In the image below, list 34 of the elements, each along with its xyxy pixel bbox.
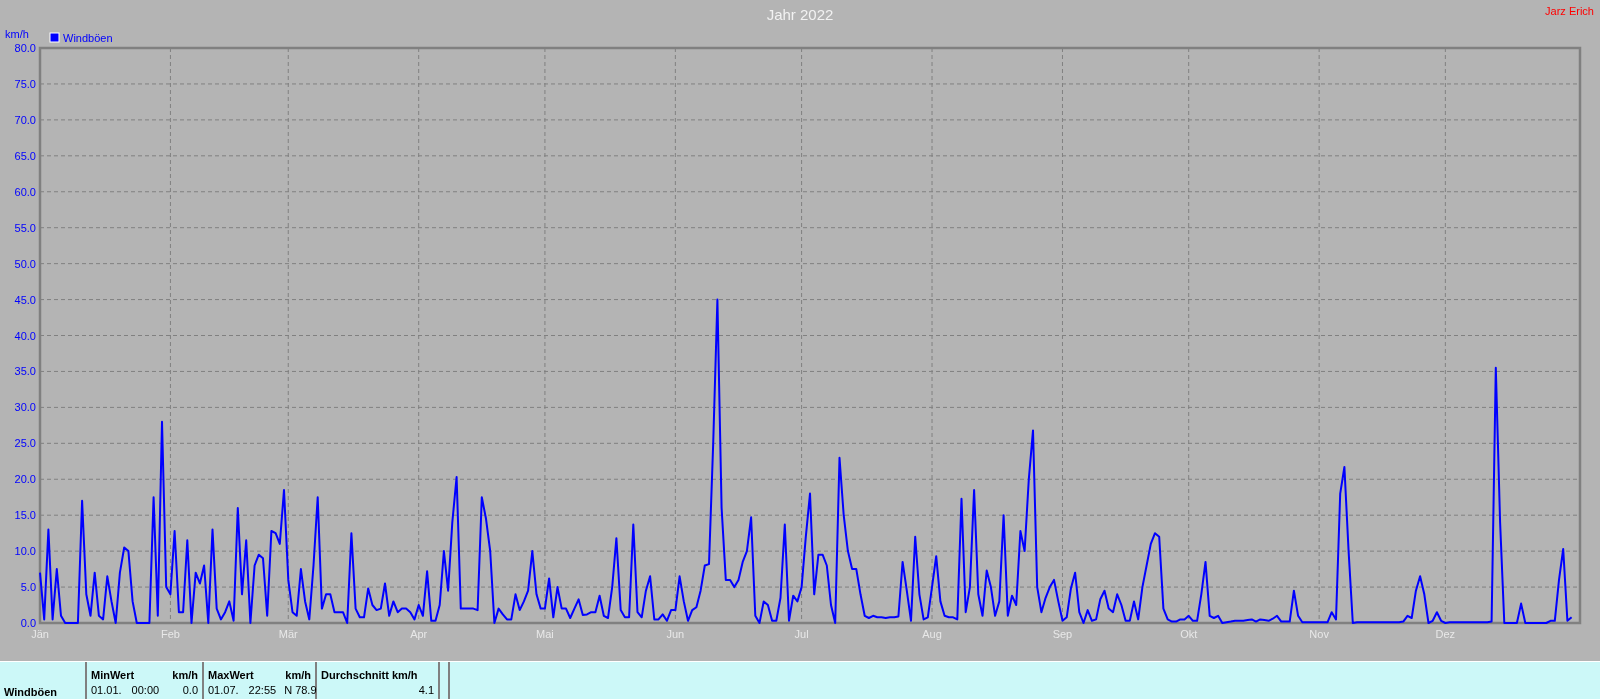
table-cell: 01.01. xyxy=(91,683,122,698)
y-tick-label: 0.0 xyxy=(20,617,36,629)
table-cell: 4.1 xyxy=(418,683,434,698)
y-tick-label: 10.0 xyxy=(14,545,36,558)
y-tick-label: 60.0 xyxy=(14,185,36,198)
chart-title: Jahr 2022 xyxy=(766,6,834,23)
table-cell: N 78.9 xyxy=(284,683,317,698)
y-tick-label: 25.0 xyxy=(14,437,36,450)
y-tick-label: 30.0 xyxy=(14,401,36,414)
y-tick-label: 75.0 xyxy=(14,77,36,90)
table-cell: 00:00 xyxy=(131,683,160,698)
unit-label: km/h xyxy=(172,668,198,683)
legend-label: Windböen xyxy=(63,32,113,44)
y-tick-label: 70.0 xyxy=(14,113,36,126)
table-cell: 0.0 xyxy=(182,683,198,698)
unit-label: km/h xyxy=(285,668,311,683)
y-tick-label: 65.0 xyxy=(14,149,36,162)
y-tick-label: 20.0 xyxy=(14,473,36,486)
y-tick-label: 45.0 xyxy=(14,293,36,306)
y-tick-label: 80.0 xyxy=(14,42,36,54)
author-label: Jarz Erich xyxy=(1545,5,1594,17)
y-axis-unit: km/h xyxy=(5,28,29,40)
column-heading: Durchschnitt km/h xyxy=(321,668,418,683)
row-label: Windböen xyxy=(4,686,58,698)
y-tick-label: 5.0 xyxy=(20,581,36,594)
y-tick-label: 50.0 xyxy=(14,257,36,270)
table-cell: 22:55 xyxy=(248,683,277,698)
y-tick-label: 15.0 xyxy=(14,509,36,522)
column-heading: MinWert xyxy=(91,668,135,683)
column-heading: MaxWert xyxy=(208,668,254,683)
y-tick-label: 55.0 xyxy=(14,221,36,234)
y-tick-label: 35.0 xyxy=(14,365,36,378)
y-tick-label: 40.0 xyxy=(14,329,36,342)
table-cell: 01.07. xyxy=(208,683,239,698)
